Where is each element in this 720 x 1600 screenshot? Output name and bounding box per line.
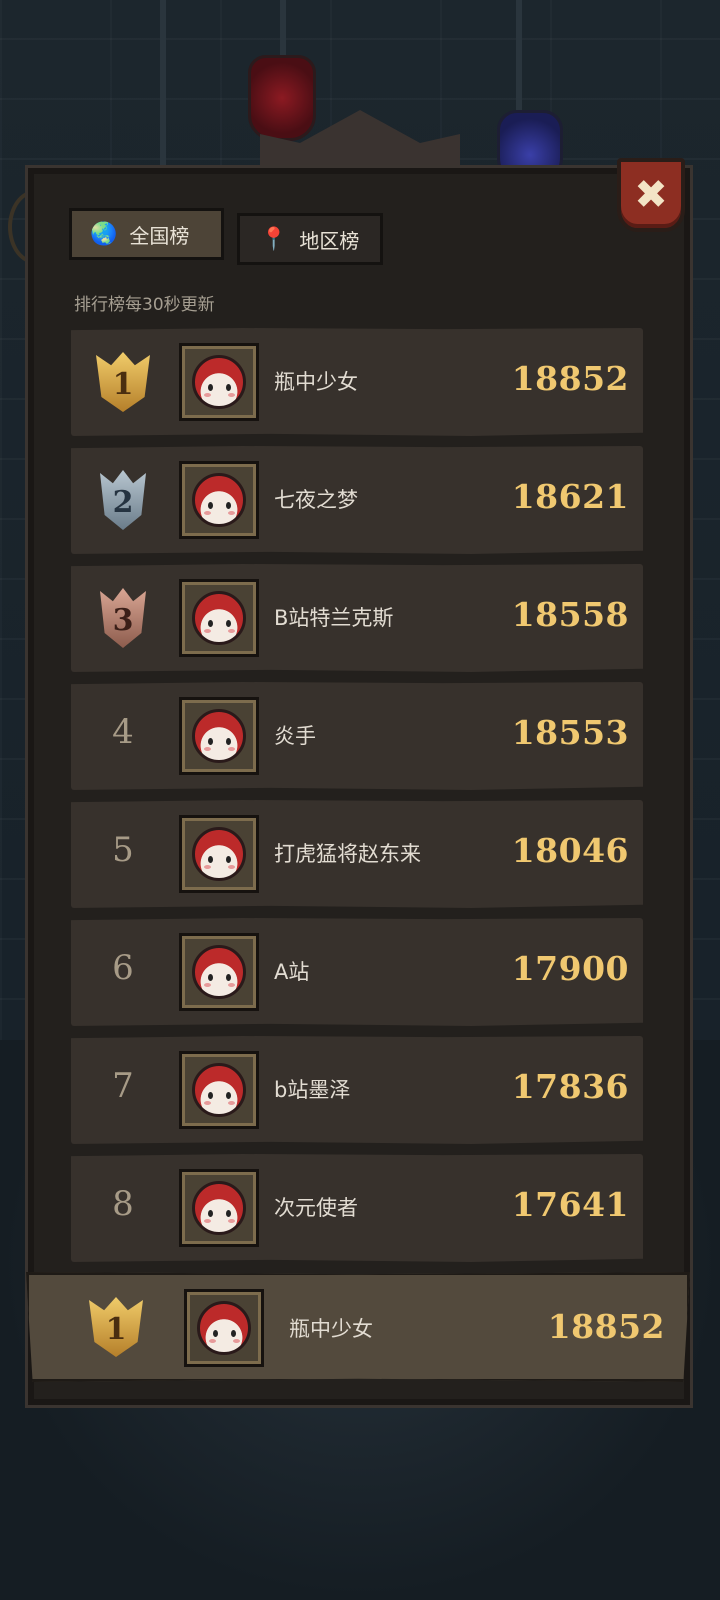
tab-region[interactable]: 📍 地区榜 xyxy=(237,213,383,265)
avatar xyxy=(179,815,259,893)
avatar xyxy=(179,343,259,421)
chain-decoration xyxy=(280,0,286,60)
chain-decoration xyxy=(516,0,522,110)
location-pin-icon: 📍 xyxy=(260,226,288,252)
avatar-face-icon xyxy=(192,355,246,409)
avatar xyxy=(179,461,259,539)
rank-number: 4 xyxy=(112,712,134,752)
my-score: 18852 xyxy=(547,1307,665,1346)
avatar xyxy=(179,697,259,775)
leaderboard-row[interactable]: 6 A站 17900 xyxy=(71,918,643,1026)
my-rank-row: 1 瓶中少女 18852 xyxy=(26,1272,690,1382)
player-name: A站 xyxy=(274,960,310,984)
refresh-note: 排行榜每30秒更新 xyxy=(74,295,215,315)
player-score: 18046 xyxy=(511,831,629,870)
player-score: 17900 xyxy=(511,949,629,988)
player-score: 18558 xyxy=(511,595,629,634)
avatar-face-icon xyxy=(192,945,246,999)
avatar xyxy=(179,1169,259,1247)
tab-national[interactable]: 🌏 全国榜 xyxy=(69,208,224,260)
leaderboard-row[interactable]: 8 次元使者 17641 xyxy=(71,1154,643,1262)
leaderboard-row[interactable]: 2 七夜之梦 18621 xyxy=(71,446,643,554)
avatar xyxy=(179,1051,259,1129)
tab-label: 地区榜 xyxy=(299,228,360,253)
chain-decoration xyxy=(160,0,166,170)
rank-number: 5 xyxy=(112,830,134,870)
close-button[interactable]: ✖ xyxy=(617,158,685,232)
gold-medal-icon: 1 xyxy=(89,1297,143,1357)
avatar-face-icon xyxy=(192,1181,246,1235)
player-name: 瓶中少女 xyxy=(274,370,358,394)
leaderboard-row[interactable]: 1 瓶中少女 18852 xyxy=(71,328,643,436)
player-name: B站特兰克斯 xyxy=(274,606,394,630)
silver-medal-icon: 2 xyxy=(100,470,146,530)
bronze-medal-icon: 3 xyxy=(100,588,146,648)
player-score: 18553 xyxy=(511,713,629,752)
leaderboard-row[interactable]: 7 b站墨泽 17836 xyxy=(71,1036,643,1144)
leaderboard-row[interactable]: 4 炎手 18553 xyxy=(71,682,643,790)
tab-label: 全国榜 xyxy=(129,223,190,248)
player-name: 打虎猛将赵东来 xyxy=(274,842,421,866)
player-score: 17836 xyxy=(511,1067,629,1106)
rank-number: 6 xyxy=(112,948,134,988)
player-name: b站墨泽 xyxy=(274,1078,351,1102)
player-score: 17641 xyxy=(511,1185,629,1224)
avatar-face-icon xyxy=(192,1063,246,1117)
avatar xyxy=(184,1289,264,1367)
avatar xyxy=(179,933,259,1011)
avatar xyxy=(179,579,259,657)
player-name: 次元使者 xyxy=(274,1196,358,1220)
rank-number: 8 xyxy=(112,1184,134,1224)
leaderboard-row[interactable]: 5 打虎猛将赵东来 18046 xyxy=(71,800,643,908)
avatar-face-icon xyxy=(197,1301,251,1355)
close-icon: ✖ xyxy=(634,172,668,218)
globe-icon: 🌏 xyxy=(90,221,118,247)
player-score: 18852 xyxy=(511,359,629,398)
red-jar-decoration xyxy=(248,55,316,141)
gold-medal-icon: 1 xyxy=(96,352,150,412)
player-score: 18621 xyxy=(511,477,629,516)
rank-number: 7 xyxy=(112,1066,134,1106)
avatar-face-icon xyxy=(192,473,246,527)
avatar-face-icon xyxy=(192,709,246,763)
my-name: 瓶中少女 xyxy=(289,1317,373,1341)
player-name: 炎手 xyxy=(274,724,316,748)
leaderboard-row[interactable]: 3 B站特兰克斯 18558 xyxy=(71,564,643,672)
player-name: 七夜之梦 xyxy=(274,488,358,512)
avatar-face-icon xyxy=(192,591,246,645)
avatar-face-icon xyxy=(192,827,246,881)
